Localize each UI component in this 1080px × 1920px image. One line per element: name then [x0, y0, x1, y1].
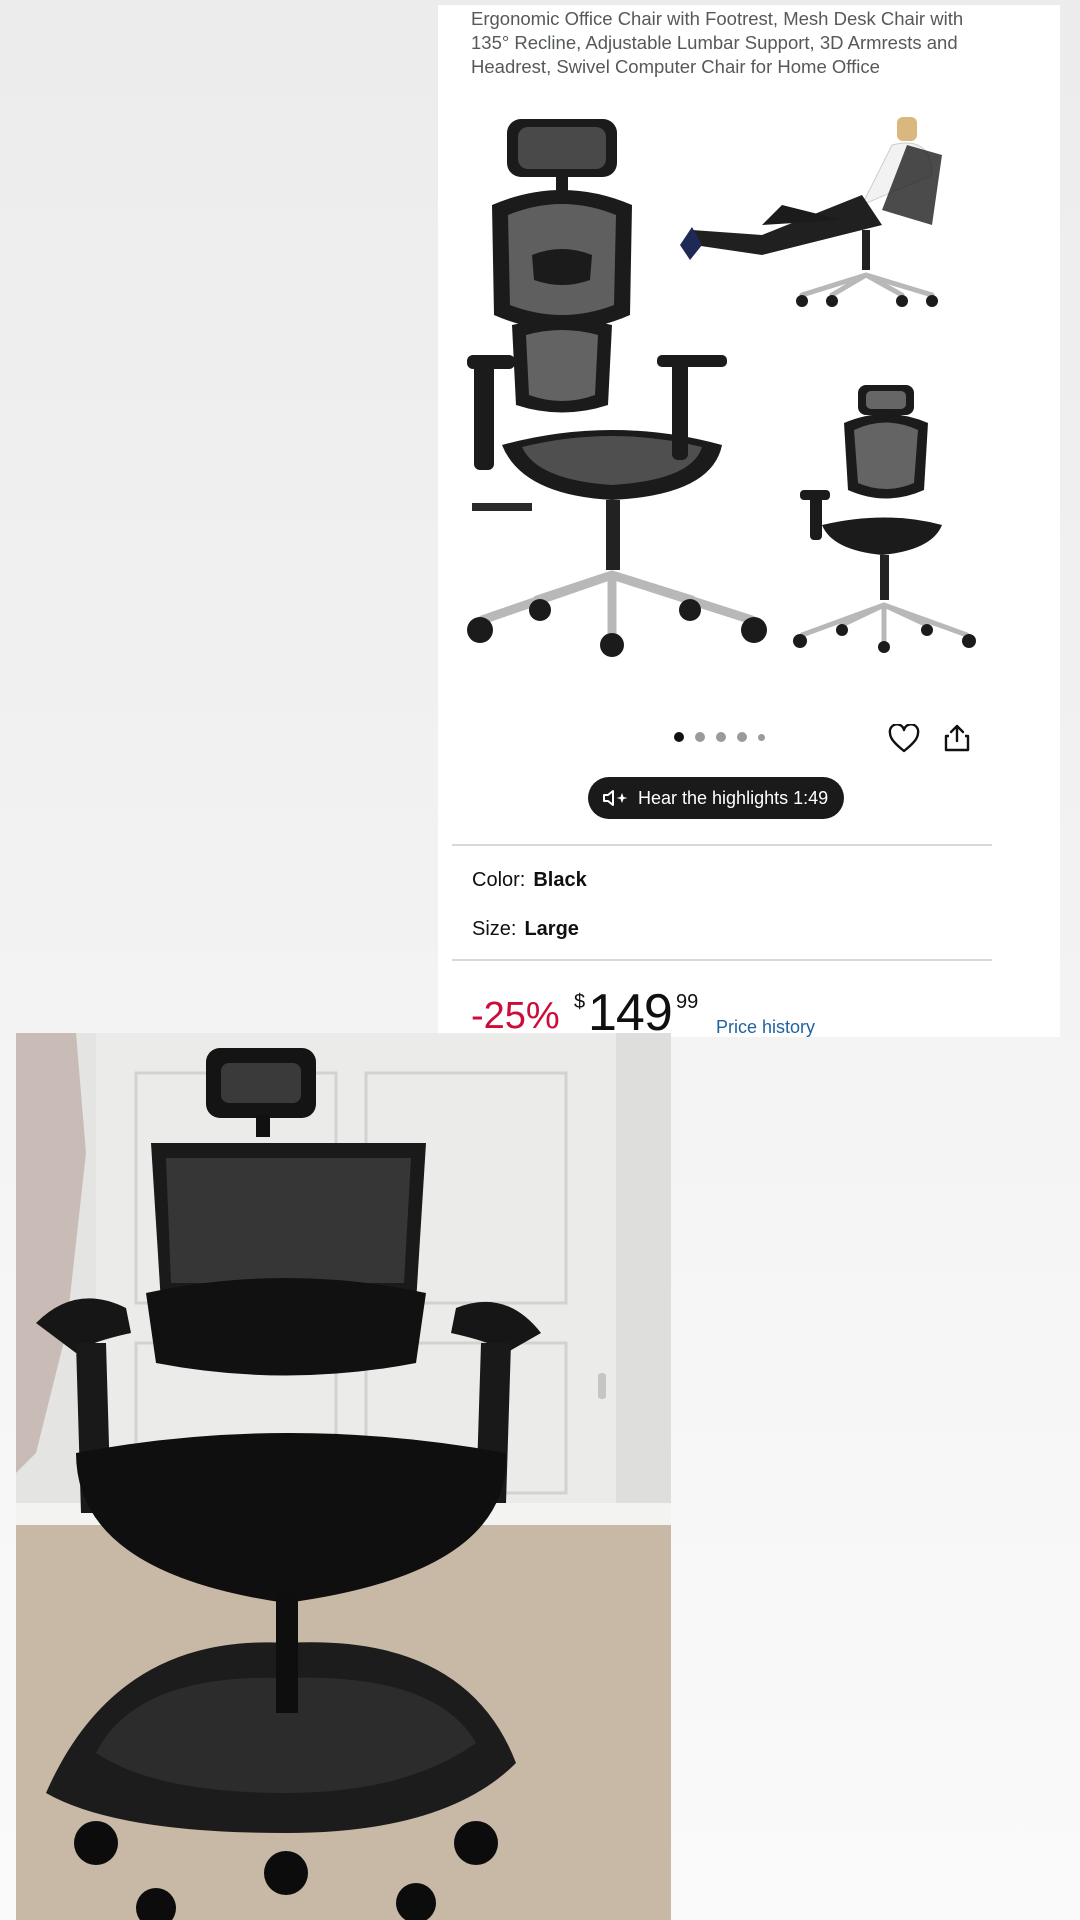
gallery-pager[interactable]	[674, 732, 765, 742]
discount-percent: -25%	[471, 995, 560, 1037]
customer-chair-photo	[16, 1033, 671, 1920]
reclined-chair-illustration	[680, 117, 942, 307]
heart-icon[interactable]	[888, 724, 920, 754]
pager-dot[interactable]	[716, 732, 726, 742]
price-currency: $	[574, 991, 586, 1013]
price-history-link[interactable]: Price history	[716, 1017, 815, 1037]
divider	[452, 844, 992, 846]
color-option: Color: Black	[472, 869, 587, 892]
price-row: -25% $ 149 99 Price history	[471, 977, 1031, 1037]
size-option: Size: Large	[472, 918, 579, 941]
product-gallery-image[interactable]	[462, 115, 1002, 695]
size-label: Size:	[472, 918, 517, 940]
speaker-sparkle-icon	[603, 790, 628, 806]
back-view-chair-illustration	[793, 385, 976, 653]
hear-highlights-label: Hear the highlights 1:49	[638, 787, 829, 808]
main-chair-illustration	[467, 119, 767, 657]
pager-dot-active[interactable]	[674, 732, 684, 742]
product-title: Ergonomic Office Chair with Footrest, Me…	[471, 8, 964, 77]
pager-dot[interactable]	[695, 732, 705, 742]
price-fraction: 99	[676, 991, 699, 1013]
hear-highlights-button[interactable]: Hear the highlights 1:49	[588, 777, 845, 819]
color-label: Color:	[472, 869, 526, 891]
divider	[452, 959, 992, 961]
product-card: Ergonomic Office Chair with Footrest, Me…	[438, 5, 1060, 1037]
pager-dot[interactable]	[737, 732, 747, 742]
color-value: Black	[533, 869, 587, 891]
price-whole: 149	[588, 984, 673, 1037]
share-icon[interactable]	[943, 723, 971, 753]
size-value: Large	[524, 918, 579, 940]
pager-dot[interactable]	[758, 733, 765, 741]
